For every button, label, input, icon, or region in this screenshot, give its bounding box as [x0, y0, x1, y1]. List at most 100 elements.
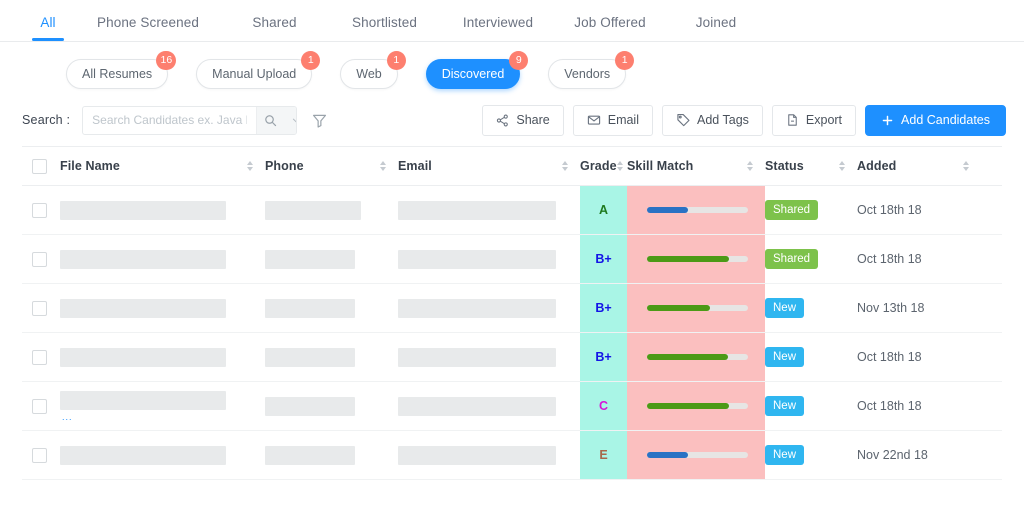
source-chip-label: All Resumes — [82, 67, 153, 81]
row-select-checkbox[interactable] — [32, 202, 47, 218]
column-header-status[interactable]: Status — [765, 159, 857, 173]
row-select-checkbox[interactable] — [32, 349, 47, 365]
table-row[interactable]: A Shared Oct 18th 18 — [22, 186, 1002, 235]
source-chip-badge: 1 — [301, 51, 321, 70]
sort-toggle-icon[interactable] — [380, 161, 386, 171]
cell-phone — [265, 347, 398, 367]
cell-phone — [265, 249, 398, 269]
tab-shared[interactable]: Shared — [252, 15, 296, 41]
tab-phone-screened[interactable]: Phone Screened — [97, 15, 199, 41]
row-select-checkbox[interactable] — [32, 447, 47, 463]
column-header-label: Grade — [580, 159, 617, 173]
column-header-email[interactable]: Email — [398, 159, 580, 173]
chevron-down-icon[interactable] — [283, 115, 297, 126]
cell-file-name — [60, 249, 265, 269]
source-chip-web[interactable]: Web 1 — [340, 51, 406, 89]
cell-added-date: Nov 13th 18 — [857, 301, 925, 315]
redacted-phone — [265, 249, 355, 269]
tab-interviewed[interactable]: Interviewed — [463, 15, 533, 41]
source-chip-badge: 9 — [509, 51, 529, 70]
cell-skill-match — [627, 382, 765, 430]
button-label: Export — [805, 113, 843, 127]
row-select-checkbox[interactable] — [32, 251, 47, 267]
tab-joined[interactable]: Joined — [696, 15, 736, 41]
cell-phone — [265, 298, 398, 318]
search-box[interactable] — [82, 105, 298, 135]
sort-toggle-icon[interactable] — [616, 161, 623, 171]
table-row[interactable]: B+ Shared Oct 18th 18 — [22, 235, 1002, 284]
tab-job-offered[interactable]: Job Offered — [574, 15, 645, 41]
redacted-file-name — [60, 200, 226, 220]
column-header-added[interactable]: Added — [857, 159, 981, 173]
redacted-phone — [265, 396, 355, 416]
column-header-file[interactable]: File Name — [60, 159, 265, 173]
column-header-label: Added — [857, 159, 897, 173]
redacted-email — [398, 445, 556, 465]
row-select-checkbox[interactable] — [32, 300, 47, 316]
cell-skill-match — [627, 186, 765, 234]
row-select-checkbox[interactable] — [32, 398, 47, 414]
share-button[interactable]: Share — [482, 104, 564, 136]
skill-match-fill — [647, 403, 729, 409]
skill-match-fill — [647, 256, 729, 262]
column-header-skill[interactable]: Skill Match — [627, 159, 765, 173]
row-expand-dots[interactable]: ... — [60, 412, 265, 422]
cell-status: New — [765, 396, 857, 416]
source-chip-discovered[interactable]: Discovered 9 — [425, 51, 529, 89]
cell-skill-match — [627, 431, 765, 479]
source-chip-vendors[interactable]: Vendors 1 — [548, 51, 635, 89]
cell-grade: B+ — [580, 235, 627, 283]
search-label: Search : — [22, 113, 71, 127]
cell-grade: B+ — [580, 284, 627, 332]
table-toolbar: Search : ShareEmailAdd — [0, 94, 1024, 146]
cell-phone — [265, 396, 398, 416]
cell-skill-match — [627, 333, 765, 381]
candidates-page: All Phone Screened Shared Shortlisted Interv… — [0, 0, 1024, 519]
column-header-phone[interactable]: Phone — [265, 159, 398, 173]
table-row[interactable]: B+ New Oct 18th 18 — [22, 333, 1002, 382]
search-input[interactable] — [83, 106, 257, 134]
cell-status: New — [765, 298, 857, 318]
redacted-email — [398, 347, 556, 367]
skill-match-track — [647, 256, 748, 262]
redacted-file-name — [60, 298, 226, 318]
source-chip-label: Discovered — [441, 67, 505, 81]
row-select-cell — [22, 251, 60, 267]
table-row[interactable]: ... C New Oct 18th 18 — [22, 382, 1002, 431]
cell-status: Shared — [765, 200, 857, 220]
redacted-phone — [265, 200, 361, 220]
cell-added-date: Oct 18th 18 — [857, 252, 922, 266]
sort-toggle-icon[interactable] — [747, 161, 753, 171]
funnel-filter-icon[interactable] — [311, 112, 328, 129]
tab-shortlisted[interactable]: Shortlisted — [352, 15, 417, 41]
source-chip-manual-upload[interactable]: Manual Upload 1 — [196, 51, 321, 89]
sort-toggle-icon[interactable] — [839, 161, 845, 171]
cell-skill-match — [627, 284, 765, 332]
search-box-actions — [256, 106, 297, 134]
search-icon[interactable] — [257, 114, 283, 127]
source-chip-label: Vendors — [564, 67, 611, 81]
source-chip-all-resumes[interactable]: All Resumes 16 — [66, 51, 177, 89]
button-label: Add Candidates — [901, 113, 990, 127]
column-header-grade[interactable]: Grade — [580, 159, 627, 173]
status-badge: Shared — [765, 249, 819, 269]
email-button[interactable]: Email — [572, 104, 653, 136]
cell-file-name — [60, 347, 265, 367]
table-row[interactable]: E New Nov 22nd 18 — [22, 431, 1002, 480]
add-tags-button[interactable]: Add Tags — [662, 104, 763, 136]
tab-all[interactable]: All — [32, 15, 65, 41]
sort-toggle-icon[interactable] — [963, 161, 969, 171]
export-button[interactable]: Export — [771, 104, 857, 136]
table-row[interactable]: B+ New Nov 13th 18 — [22, 284, 1002, 333]
select-all-checkbox[interactable] — [32, 158, 47, 174]
skill-match-fill — [647, 305, 710, 311]
cell-file-name — [60, 298, 265, 318]
add-candidates-button[interactable]: Add Candidates — [865, 104, 1006, 136]
sort-toggle-icon[interactable] — [562, 161, 568, 171]
source-chip-badge: 1 — [615, 51, 635, 70]
sort-toggle-icon[interactable] — [247, 161, 253, 171]
column-header-label: Email — [398, 159, 432, 173]
source-chip-badge: 16 — [156, 51, 177, 70]
cell-added-date: Oct 18th 18 — [857, 203, 922, 217]
cell-grade: B+ — [580, 333, 627, 381]
